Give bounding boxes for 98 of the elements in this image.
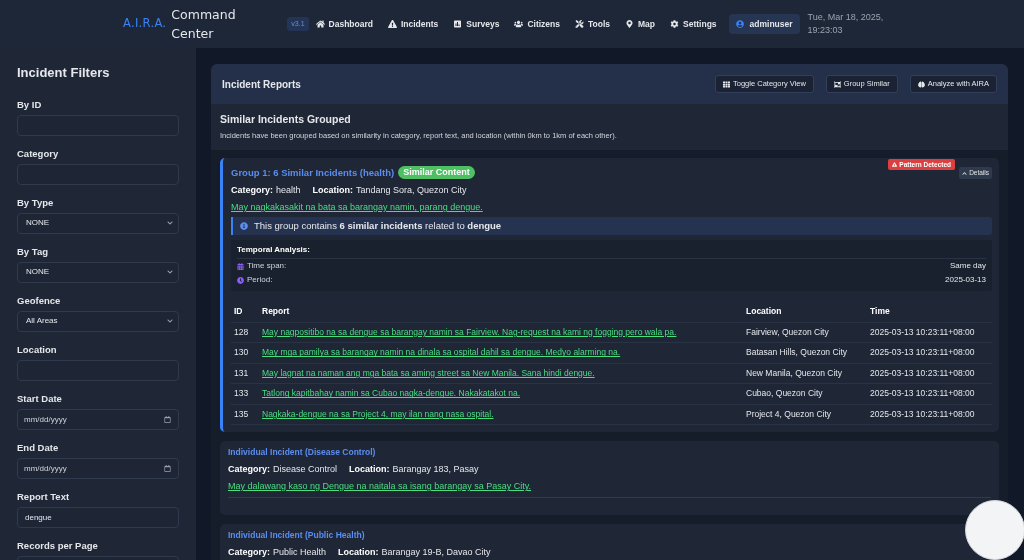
info-icon <box>240 222 248 230</box>
date-time: Tue, Mar 18, 2025, 19:23:03 <box>807 11 885 37</box>
incident-title: Individual Incident (Disease Control) <box>228 447 377 458</box>
calendar-icon[interactable] <box>164 464 171 472</box>
meta-label: Category: <box>231 184 273 197</box>
meta-label: Location: <box>312 184 354 197</box>
date-field[interactable]: mm/dd/yyyy <box>17 457 179 479</box>
logo-text: A.I.R.A. <box>123 15 167 33</box>
table-cell: 133 <box>231 383 259 404</box>
meta-value: Disease Control <box>273 463 338 476</box>
column-header: Time <box>867 302 992 322</box>
column-header: ID <box>231 302 259 322</box>
meta-label: Category: <box>228 546 270 559</box>
table-cell: 135 <box>231 404 259 425</box>
nav-link[interactable]: Surveys <box>453 17 500 31</box>
filter-label: Start Date <box>17 392 63 404</box>
settings-icon <box>670 20 679 28</box>
nav-link[interactable]: Map <box>625 17 655 31</box>
panel-title: Incident Reports <box>222 77 301 92</box>
temporal-value: 2025-03-13 <box>945 274 986 286</box>
date-field[interactable]: mm/dd/yyyy <box>17 408 179 430</box>
clock-icon <box>237 276 244 284</box>
user-button[interactable]: adminuser <box>728 14 800 34</box>
chevron-down-icon <box>167 318 173 324</box>
dropdown-field[interactable]: NONE <box>17 212 179 234</box>
report-link[interactable]: Tatlong kapitbahay namin sa Cubao nagka-dengue. Nakakatakot na. <box>262 388 520 399</box>
app-title: Command Center <box>171 6 237 43</box>
report-link[interactable]: May dalawang kaso ng Dengue na naitala sa isang barangay sa Pasay City. <box>228 480 532 493</box>
table-cell: Cubao, Quezon City <box>743 383 867 404</box>
nav-link[interactable]: Tools <box>574 17 610 31</box>
temporal-label: Time span: <box>247 260 287 272</box>
table-cell: Project 4, Quezon City <box>743 404 867 425</box>
meta-value: Barangay 19-B, Davao City <box>381 546 491 559</box>
grid-icon <box>723 80 731 88</box>
filter-label: By Tag <box>17 245 49 257</box>
column-header: Location <box>743 302 867 322</box>
table-cell: Fairview, Quezon City <box>743 322 867 343</box>
map-pin-icon <box>625 20 634 28</box>
bar-chart-icon <box>453 20 463 28</box>
chevron-up-icon <box>962 170 968 176</box>
info-text: This group contains 6 similar incidents related to dengue <box>254 218 502 233</box>
warning-icon <box>387 20 397 28</box>
table-cell: New Manila, Quezon City <box>743 363 867 384</box>
table-cell: 130 <box>231 342 259 363</box>
meta-label: Location: <box>338 546 379 559</box>
warning-icon <box>892 162 898 167</box>
table-cell: Batasan Hills, Quezon City <box>743 342 867 363</box>
similar-content-badge: Similar Content <box>398 166 475 179</box>
group-title: Group 1: 6 Similar Incidents (health) <box>231 166 395 179</box>
incident-title: Individual Incident (Public Health) <box>228 530 366 541</box>
filter-label: By Type <box>17 196 55 208</box>
meta-value: Public Health <box>273 546 327 559</box>
meta-value: Tandang Sora, Quezon City <box>356 184 467 197</box>
filter-label: Category <box>17 147 60 159</box>
table-cell: 2025-03-13 10:23:11+08:00 <box>867 322 992 343</box>
calendar-icon[interactable] <box>164 415 171 423</box>
filter-label: Geofence <box>17 294 62 306</box>
text-field[interactable]: dengue <box>17 506 179 528</box>
filter-label: Location <box>17 343 58 355</box>
filter-label: End Date <box>17 441 60 453</box>
nav-link[interactable]: Incidents <box>387 17 439 31</box>
calendar-icon <box>237 262 244 270</box>
summary-title: Similar Incidents Grouped <box>220 113 352 126</box>
table-cell: 2025-03-13 10:23:11+08:00 <box>867 363 992 384</box>
table-cell: 128 <box>231 322 259 343</box>
filter-label: Report Text <box>17 490 71 502</box>
table-cell: 2025-03-13 10:23:11+08:00 <box>867 404 992 425</box>
temporal-value: Same day <box>949 260 986 272</box>
nav-link[interactable]: Citizens <box>514 17 560 31</box>
users-icon <box>514 20 524 28</box>
report-link[interactable]: May nagkakasakit na bata sa barangay namin, parang dengue. <box>231 201 483 214</box>
column-header: Report <box>259 302 743 322</box>
meta-value: Barangay 183, Pasay <box>392 463 479 476</box>
report-link[interactable]: May mga pamilya sa barangay namin na dinala sa ospital dahil sa dengue. Medyo alarming na. <box>262 347 621 358</box>
dropdown-field[interactable]: All Areas <box>17 310 179 332</box>
report-link[interactable]: May nagpositibo na sa dengue sa barangay namin sa Fairview. Nag-request na kami ng fogging pero wala pa. <box>262 326 677 337</box>
chevron-down-icon <box>167 220 173 226</box>
meta-label: Location: <box>349 463 390 476</box>
table-cell: 2025-03-13 10:23:11+08:00 <box>867 342 992 363</box>
meta-value: health <box>276 184 301 197</box>
report-link[interactable]: May lagnat na naman ang mga bata sa aming street sa New Manila. Sana hindi dengue. <box>262 367 595 378</box>
object-group-icon <box>833 80 841 88</box>
sidebar-title: Incident Filters <box>17 65 111 81</box>
filter-label: By ID <box>17 98 43 110</box>
meta-label: Category: <box>228 463 270 476</box>
tools-icon <box>574 20 584 28</box>
table-cell: 131 <box>231 363 259 384</box>
temporal-title: Temporal Analysis: <box>237 245 311 255</box>
temporal-label: Period: <box>247 274 273 286</box>
brain-icon <box>917 80 925 88</box>
dropdown-field[interactable]: NONE <box>17 261 179 283</box>
nav-link[interactable]: Settings <box>670 17 717 31</box>
filter-label: Records per Page <box>17 539 99 551</box>
nav-link[interactable]: Dashboard <box>315 17 373 31</box>
table-cell: 2025-03-13 10:23:11+08:00 <box>867 383 992 404</box>
report-link[interactable]: Nagkaka-dengue na sa Project 4, may ilan nang nasa ospital. <box>262 408 494 419</box>
chevron-down-icon <box>167 269 173 275</box>
home-icon <box>315 20 325 28</box>
